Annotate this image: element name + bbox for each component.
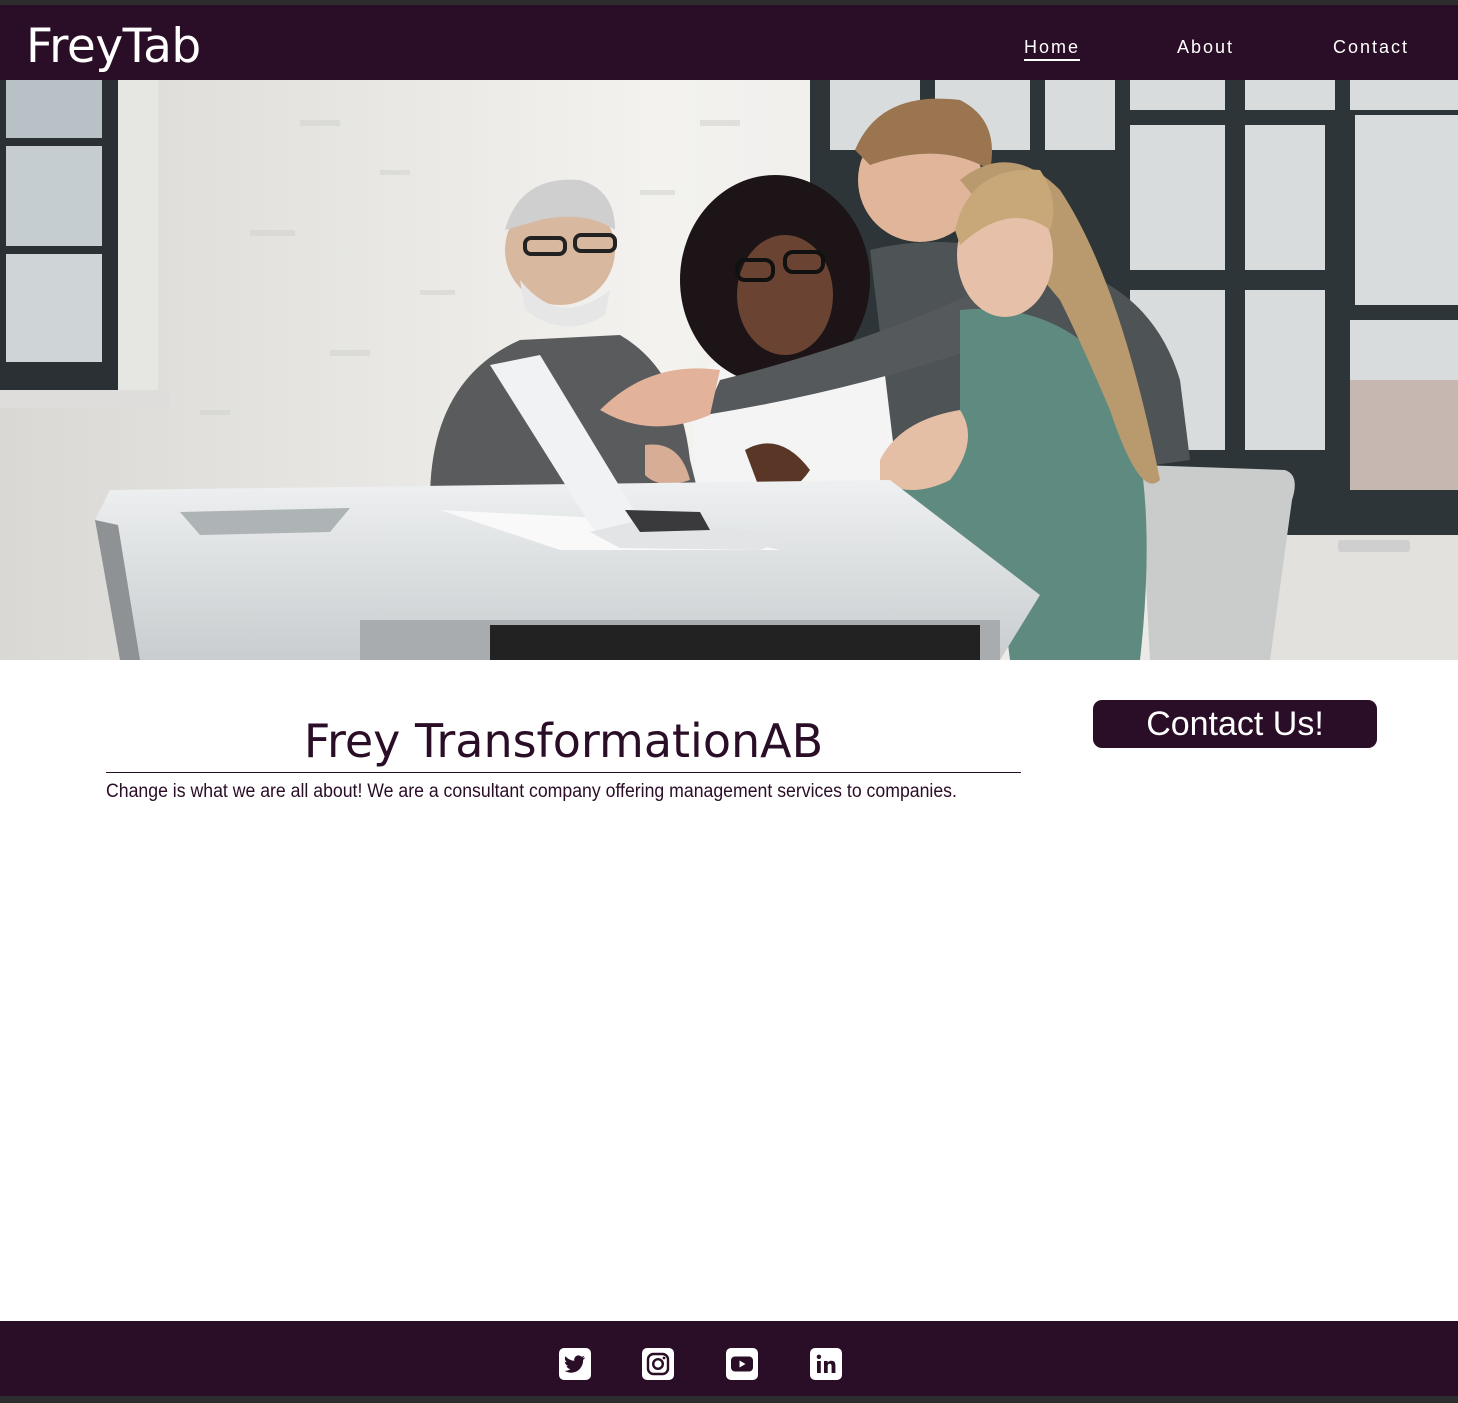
site-logo[interactable]: FreyTab [26,17,201,77]
instagram-icon[interactable] [641,1347,675,1381]
window-frame-bottom [0,1396,1458,1403]
nav-link-about[interactable]: About [1177,37,1234,58]
team-meeting-photo [0,80,1458,660]
twitter-icon[interactable] [558,1347,592,1381]
youtube-icon[interactable] [725,1347,759,1381]
linkedin-icon[interactable] [809,1347,843,1381]
contact-us-button[interactable]: Contact Us! [1093,700,1377,748]
hero-image [0,80,1458,660]
navbar: FreyTab Home About Contact [0,5,1458,80]
intro-section: Frey TransformationAB Change is what we … [106,712,1021,803]
page-title: Frey TransformationAB [106,712,1021,773]
footer [0,1321,1458,1396]
tagline: Change is what we are all about! We are … [106,781,957,802]
nav-link-home[interactable]: Home [1024,37,1081,61]
nav-link-contact[interactable]: Contact [1333,37,1409,58]
page: FreyTab Home About Contact Frey Transfor… [0,0,1458,1403]
